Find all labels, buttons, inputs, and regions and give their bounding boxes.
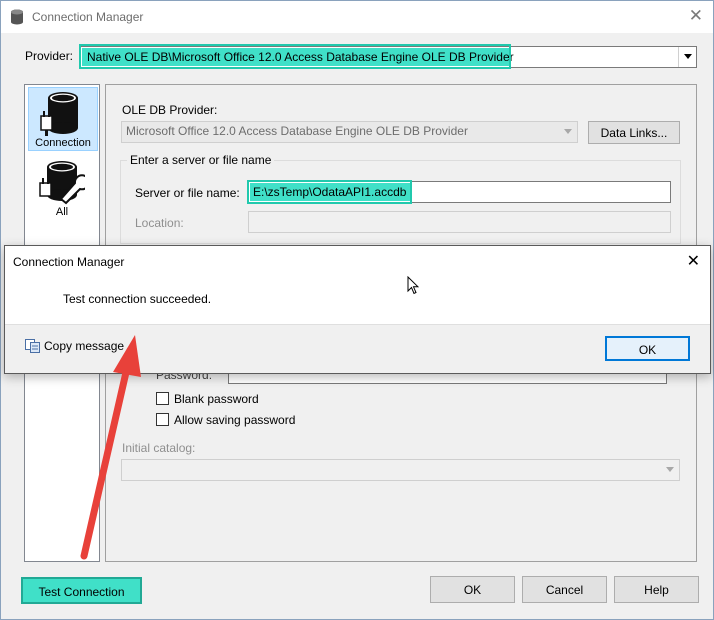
- annotation-arrow-icon: [80, 335, 141, 560]
